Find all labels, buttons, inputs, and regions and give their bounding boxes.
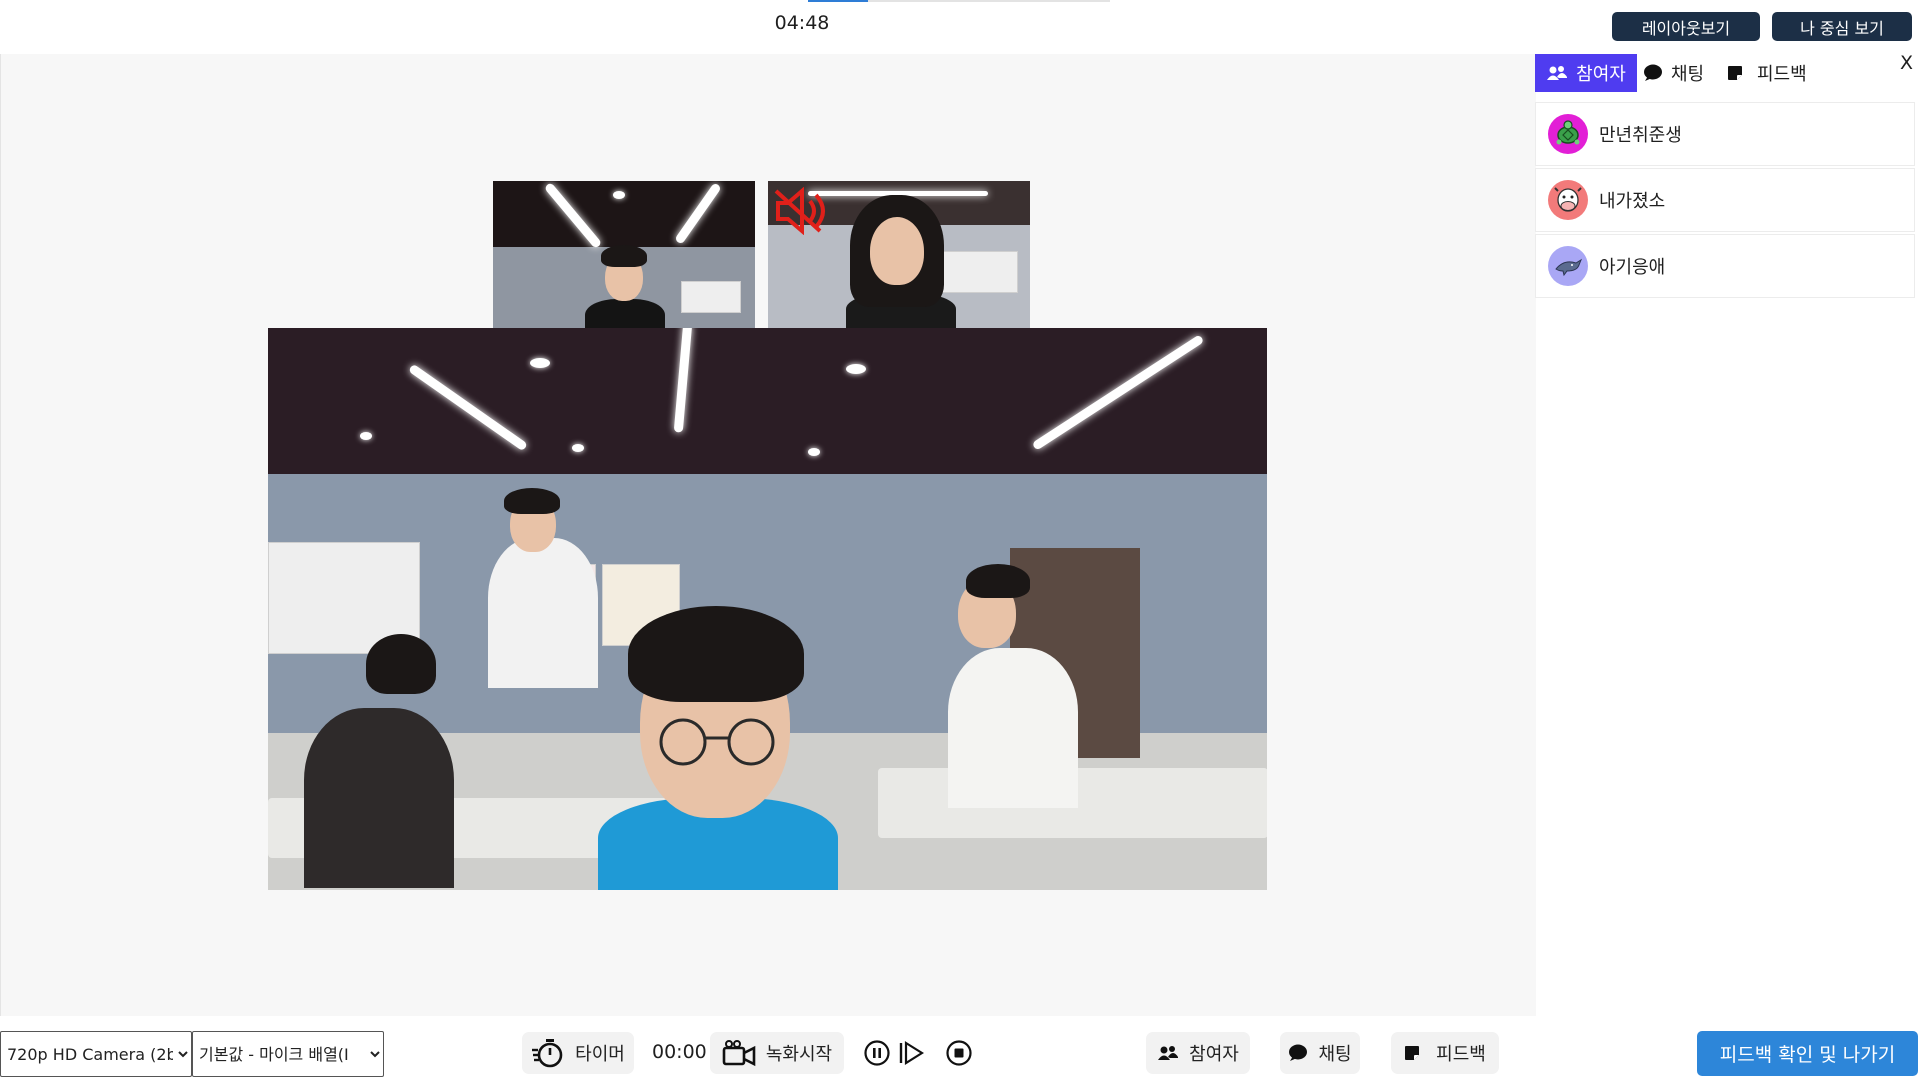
person <box>966 564 1030 598</box>
resume-play-icon[interactable] <box>898 1040 925 1070</box>
session-progress-fill <box>808 0 868 2</box>
record-label: 녹화시작 <box>765 1044 833 1065</box>
feedback-button[interactable]: 피드백 <box>1391 1032 1499 1074</box>
participants-button[interactable]: 참여자 <box>1146 1032 1250 1074</box>
turtle-avatar-icon <box>1548 114 1588 154</box>
users-icon <box>1158 1046 1179 1060</box>
microphone-select[interactable]: 기본값 - 마이크 배열(I <box>192 1031 384 1077</box>
person <box>504 488 560 514</box>
participants-label: 참여자 <box>1189 1044 1239 1065</box>
close-panel-button[interactable]: X <box>1900 52 1916 74</box>
tab-participants[interactable]: 참여자 <box>1535 54 1637 92</box>
ceiling-light <box>613 191 625 199</box>
video-background <box>268 328 1267 475</box>
participant-item[interactable]: 아기응애 <box>1535 234 1915 298</box>
participant-name: 내가졌소 <box>1599 191 1666 212</box>
feedback-label: 피드백 <box>1436 1044 1486 1065</box>
video-camera-icon <box>722 1040 756 1067</box>
self-focus-view-button[interactable]: 나 중심 보기 <box>1772 12 1912 41</box>
ceiling-light <box>846 364 866 374</box>
participant-video-tile[interactable] <box>493 181 755 328</box>
ceiling-light <box>530 358 550 368</box>
person <box>948 648 1078 808</box>
participant-name: 만년취준생 <box>1599 125 1682 146</box>
whiteboard <box>938 251 1018 293</box>
chat-bubble-icon <box>1289 1044 1308 1061</box>
sticky-note-icon <box>1728 66 1742 80</box>
person <box>304 708 454 888</box>
chat-bubble-icon <box>1644 64 1662 81</box>
layout-view-button[interactable]: 레이아웃보기 <box>1612 12 1760 41</box>
person <box>870 217 924 285</box>
tab-label: 피드백 <box>1757 64 1807 85</box>
person <box>366 634 436 694</box>
cow-avatar-icon <box>1548 180 1588 220</box>
chat-button[interactable]: 채팅 <box>1280 1032 1360 1074</box>
camera-select[interactable]: 720p HD Camera (2b7 <box>0 1031 192 1077</box>
timer-label: 타이머 <box>575 1044 625 1065</box>
tab-chat[interactable]: 채팅 <box>1643 54 1733 92</box>
session-timer: 04:48 <box>774 12 830 34</box>
muted-speaker-icon <box>772 186 828 239</box>
glasses <box>653 718 783 772</box>
pause-icon[interactable] <box>864 1040 890 1070</box>
tab-label: 참여자 <box>1576 64 1626 85</box>
ceiling-light <box>360 432 372 440</box>
stop-icon[interactable] <box>946 1040 972 1070</box>
main-video-feed[interactable] <box>268 328 1267 890</box>
person <box>601 245 647 267</box>
start-recording-button[interactable]: 녹화시작 <box>710 1032 844 1074</box>
participant-video-tile[interactable] <box>768 181 1030 328</box>
participant-name: 아기응애 <box>1599 257 1666 278</box>
sticky-note-icon <box>1405 1046 1420 1060</box>
elapsed-timer: 00:00 <box>652 1041 707 1063</box>
stopwatch-icon <box>532 1039 563 1068</box>
ceiling-light <box>572 444 584 452</box>
person <box>488 538 598 688</box>
ceiling-light <box>808 448 820 456</box>
whiteboard <box>681 281 741 313</box>
timer-button[interactable]: 타이머 <box>522 1032 634 1074</box>
tab-label: 채팅 <box>1671 64 1705 85</box>
users-icon <box>1547 66 1568 80</box>
participant-item[interactable]: 내가졌소 <box>1535 168 1915 232</box>
tab-feedback[interactable]: 피드백 <box>1727 54 1827 92</box>
chat-label: 채팅 <box>1318 1044 1352 1065</box>
dolphin-avatar-icon <box>1548 246 1588 286</box>
review-feedback-and-exit-button[interactable]: 피드백 확인 및 나가기 <box>1697 1031 1918 1076</box>
person <box>585 299 665 328</box>
person <box>628 606 804 702</box>
participant-item[interactable]: 만년취준생 <box>1535 102 1915 166</box>
